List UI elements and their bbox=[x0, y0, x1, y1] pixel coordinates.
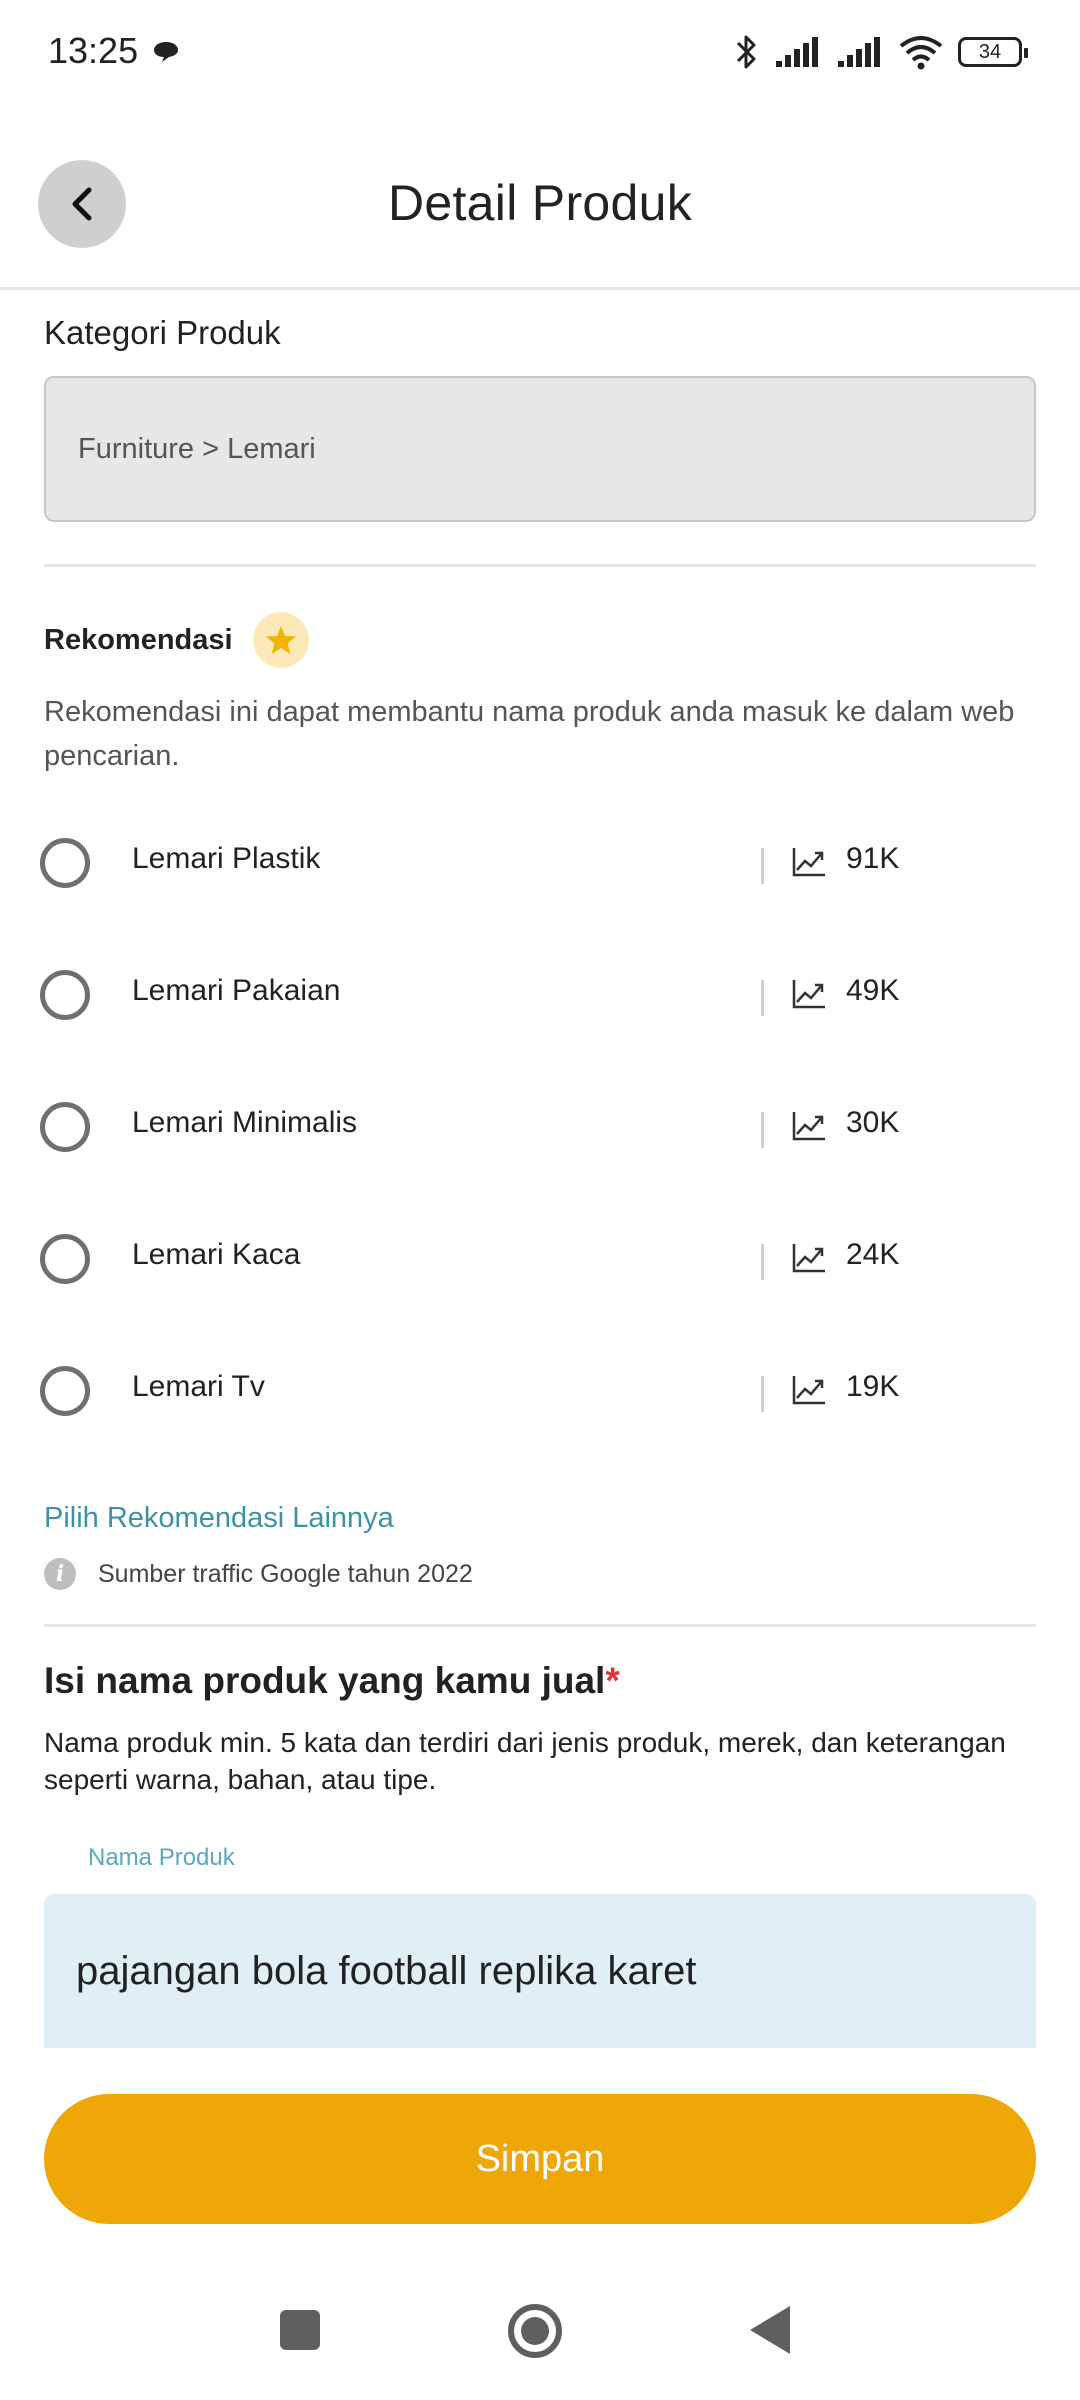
product-name-field-label: Nama Produk bbox=[88, 1844, 235, 1871]
divider bbox=[44, 1624, 1036, 1627]
separator bbox=[761, 1112, 764, 1148]
system-nav-bar bbox=[0, 2280, 1080, 2400]
recommendation-list: Lemari Plastik 91K Lemari Pakaian 49K Le… bbox=[0, 796, 1080, 1456]
star-icon bbox=[252, 612, 309, 668]
separator bbox=[761, 980, 764, 1016]
search-volume: 30K bbox=[846, 1106, 900, 1139]
home-icon[interactable] bbox=[508, 2304, 562, 2358]
recommendation-label: Lemari Tv bbox=[132, 1370, 265, 1403]
recommendation-item[interactable]: Lemari Minimalis 30K bbox=[0, 1060, 1080, 1192]
signal-icon bbox=[776, 37, 818, 67]
more-recommendations-link[interactable]: Pilih Rekomendasi Lainnya bbox=[44, 1502, 394, 1535]
battery-level: 34 bbox=[978, 40, 1002, 63]
radio-button[interactable] bbox=[40, 838, 90, 888]
trending-up-icon bbox=[792, 1376, 825, 1405]
separator bbox=[761, 1244, 764, 1280]
recommendation-item[interactable]: Lemari Plastik 91K bbox=[0, 796, 1080, 928]
radio-button[interactable] bbox=[40, 970, 90, 1020]
divider bbox=[44, 564, 1036, 567]
category-value: Furniture > Lemari bbox=[78, 432, 316, 465]
category-field: Furniture > Lemari bbox=[44, 376, 1036, 522]
product-name-title-text: Isi nama produk yang kamu jual bbox=[44, 1660, 606, 1701]
info-icon: i bbox=[44, 1558, 76, 1590]
trending-up-icon bbox=[792, 848, 825, 877]
product-name-description: Nama produk min. 5 kata dan terdiri dari… bbox=[44, 1727, 1006, 1795]
search-volume: 24K bbox=[846, 1238, 900, 1271]
bluetooth-icon bbox=[736, 35, 756, 69]
recommendation-header: Rekomendasi bbox=[44, 612, 309, 668]
app-header: Detail Produk bbox=[0, 104, 1080, 290]
source-note: i Sumber traffic Google tahun 2022 bbox=[44, 1558, 473, 1590]
recommendation-item[interactable]: Lemari Pakaian 49K bbox=[0, 928, 1080, 1060]
trending-up-icon bbox=[792, 1244, 825, 1273]
radio-button[interactable] bbox=[40, 1102, 90, 1152]
separator bbox=[761, 848, 764, 884]
recommendation-item[interactable]: Lemari Tv 19K bbox=[0, 1324, 1080, 1456]
search-volume: 91K bbox=[846, 842, 900, 875]
search-volume: 49K bbox=[846, 974, 900, 1007]
recommendation-label: Lemari Pakaian bbox=[132, 974, 341, 1007]
recommendation-description: Rekomendasi ini dapat membantu nama prod… bbox=[44, 696, 1015, 772]
product-name-input[interactable] bbox=[44, 1894, 1036, 2048]
search-volume: 19K bbox=[846, 1370, 900, 1403]
chat-icon bbox=[154, 42, 178, 62]
recommendation-item[interactable]: Lemari Kaca 24K bbox=[0, 1192, 1080, 1324]
source-text: Sumber traffic Google tahun 2022 bbox=[98, 1559, 473, 1588]
radio-button[interactable] bbox=[40, 1234, 90, 1284]
status-bar: 13:25 34 bbox=[0, 0, 1080, 104]
battery-icon: 34 bbox=[958, 37, 1028, 67]
status-time: 13:25 bbox=[48, 30, 139, 71]
separator bbox=[761, 1376, 764, 1412]
recent-apps-icon[interactable] bbox=[280, 2310, 320, 2350]
product-name-title: Isi nama produk yang kamu jual* bbox=[44, 1660, 620, 1702]
page-title: Detail Produk bbox=[387, 175, 693, 231]
recommendation-title: Rekomendasi bbox=[44, 623, 233, 656]
trending-up-icon bbox=[792, 1112, 825, 1141]
required-mark: * bbox=[605, 1660, 620, 1701]
recommendation-label: Lemari Plastik bbox=[132, 842, 321, 875]
save-button[interactable]: Simpan bbox=[44, 2094, 1036, 2224]
recommendation-label: Lemari Kaca bbox=[132, 1238, 301, 1271]
status-icons: 34 bbox=[734, 30, 1028, 74]
wifi-icon bbox=[899, 36, 943, 70]
category-title: Kategori Produk bbox=[44, 314, 281, 351]
radio-button[interactable] bbox=[40, 1366, 90, 1416]
back-triangle-icon[interactable] bbox=[750, 2306, 790, 2354]
recommendation-label: Lemari Minimalis bbox=[132, 1106, 358, 1139]
trending-up-icon bbox=[792, 980, 825, 1009]
signal-icon bbox=[838, 37, 880, 67]
